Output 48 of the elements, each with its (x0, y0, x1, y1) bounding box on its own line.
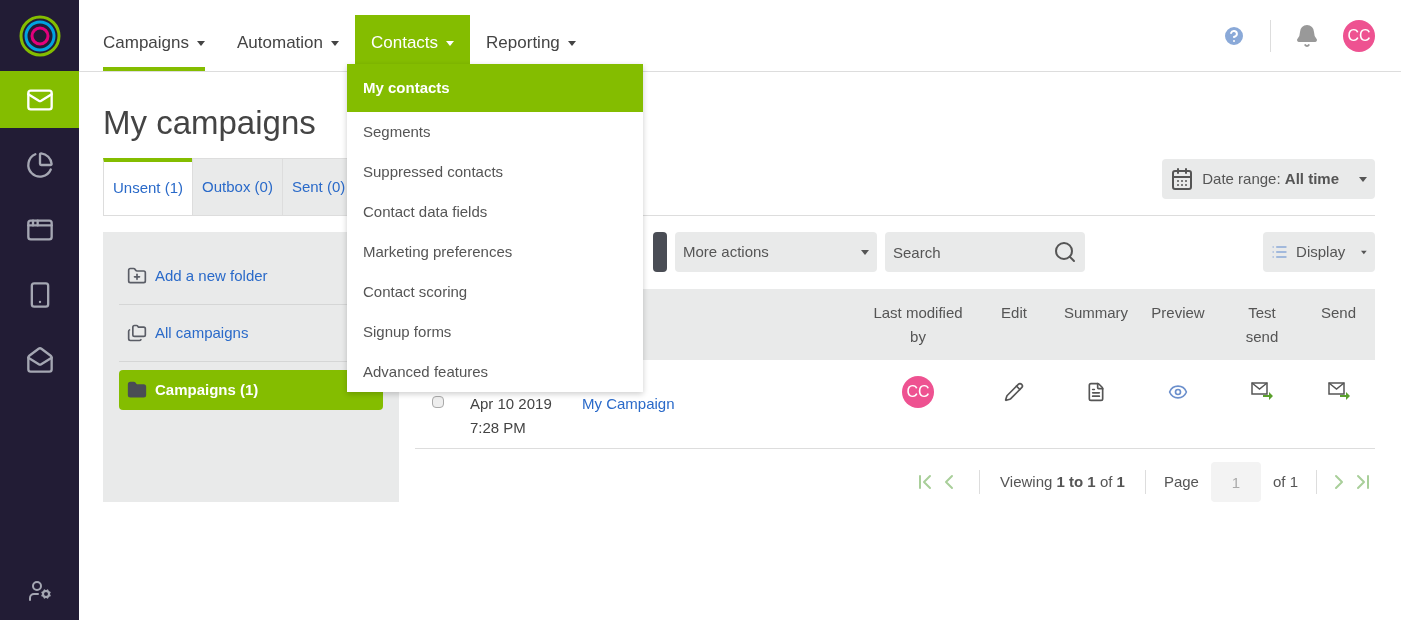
column-header: Test send (1244, 303, 1280, 347)
caret-icon (567, 40, 576, 46)
document-icon[interactable] (1086, 382, 1106, 402)
row-checkbox[interactable] (431, 396, 444, 408)
tab[interactable]: Unsent (1) (103, 158, 193, 215)
user-avatar: CC (902, 376, 934, 408)
search-icon[interactable] (1053, 240, 1077, 264)
folder-icon (127, 380, 147, 400)
caret-icon (1361, 249, 1367, 255)
envelope-icon (25, 345, 54, 374)
menu-item[interactable]: Segments (347, 112, 643, 152)
column-header: Last modified by (872, 303, 964, 347)
user-settings-icon (27, 579, 52, 603)
eye-icon[interactable] (1168, 382, 1188, 402)
pie-chart-icon (25, 150, 54, 179)
folder-plus-icon (127, 266, 147, 286)
column-header: Preview (1150, 303, 1206, 323)
time-text: 7:28 PM (470, 418, 527, 438)
campaign-link[interactable]: My Campaign (582, 395, 675, 412)
pencil-icon[interactable] (1004, 382, 1024, 402)
date-text: Apr 10 2019 (470, 394, 553, 414)
page-total-text: of 1 (1271, 471, 1299, 492)
action-button[interactable] (653, 232, 667, 272)
caret-icon (331, 40, 339, 46)
nav-menu[interactable]: Campaigns (103, 15, 205, 71)
viewing-text: Viewing 1 to 1 of 1 (999, 471, 1126, 492)
bell-icon[interactable] (1295, 23, 1319, 48)
date-range-label: Date range: All time (1202, 168, 1339, 189)
caret-icon (197, 40, 205, 46)
page-title: My campaigns (103, 103, 316, 143)
envelope-arrow-icon[interactable] (1327, 382, 1350, 400)
calendar-icon (1170, 167, 1195, 191)
tab[interactable]: Outbox (0) (192, 158, 282, 215)
envelope-arrow-icon[interactable] (1251, 382, 1273, 400)
search-field[interactable]: Search (885, 232, 1085, 272)
caret-icon (1359, 176, 1367, 182)
user-avatar[interactable]: CC (1343, 19, 1375, 52)
folders-icon (127, 323, 147, 343)
page-label: Page (1162, 471, 1200, 492)
caret-icon (861, 249, 869, 255)
more-actions-dropdown[interactable]: More actions (675, 232, 877, 272)
column-header: Send (1319, 303, 1357, 323)
column-header: Edit (1000, 303, 1028, 323)
date-range-dropdown[interactable]: Date range: All time (1162, 159, 1375, 199)
column-header: Summary (1062, 303, 1130, 323)
logo-icon (18, 14, 61, 57)
caret-icon (446, 40, 455, 46)
display-dropdown[interactable]: Display (1263, 232, 1375, 272)
